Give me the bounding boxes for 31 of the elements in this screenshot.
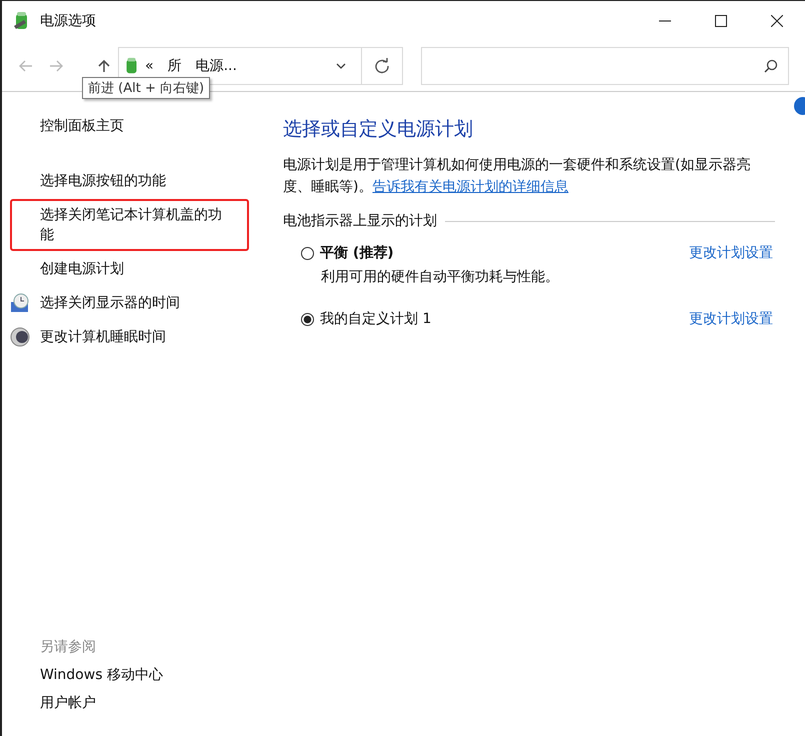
sidebar-link[interactable]: 创建电源计划 [10, 253, 249, 285]
sidebar-link[interactable]: 选择电源按钮的功能 [10, 165, 249, 197]
breadcrumb-segment[interactable]: « [145, 58, 154, 74]
radio-button[interactable] [301, 312, 314, 326]
clock-icon [10, 293, 30, 313]
search-icon [764, 59, 778, 73]
plan-name: 平衡 (推荐) [320, 244, 394, 262]
page-heading: 选择或自定义电源计划 [283, 117, 474, 142]
breadcrumb-segment[interactable]: 所 [168, 57, 182, 75]
search-field[interactable] [421, 47, 789, 85]
refresh-icon [374, 58, 390, 74]
moon-icon [10, 327, 30, 347]
description-text: 电源计划是用于管理计算机如何使用电源的一套硬件和系统设置(如显示器亮度、睡眠等)。告诉我有关电源计划的详细信息 [283, 156, 752, 197]
tooltip: 前进 (Alt + 向右键) [82, 77, 210, 99]
plan-name: 我的自定义计划 1 [320, 310, 432, 328]
group-heading: 电池指示器上显示的计划 [283, 212, 437, 230]
breadcrumb-segment[interactable]: 电源... [196, 57, 237, 75]
window-title: 电源选项 [40, 12, 96, 30]
plan-description: 利用可用的硬件自动平衡功耗与性能。 [320, 268, 560, 286]
radio-button[interactable] [301, 246, 314, 260]
info-link[interactable]: 告诉我有关电源计划的详细信息 [372, 179, 568, 195]
sidebar-link[interactable]: 用户帐户 [40, 694, 257, 712]
sidebar-link[interactable]: Windows 移动中心 [40, 666, 257, 684]
sidebar-link[interactable]: 更改计算机睡眠时间 [10, 321, 249, 353]
highlighted-sidebar-link[interactable]: 选择关闭笔记本计算机盖的功能 [10, 199, 249, 251]
sidebar-link[interactable]: 控制面板主页 [10, 110, 249, 142]
section-heading: 另请参阅 [40, 638, 97, 656]
sidebar-link[interactable]: 选择关闭显示器的时间 [10, 287, 249, 319]
up-arrow-icon[interactable] [96, 58, 112, 74]
change-plan-link[interactable]: 更改计划设置 [689, 310, 773, 328]
change-plan-link[interactable]: 更改计划设置 [689, 244, 773, 262]
